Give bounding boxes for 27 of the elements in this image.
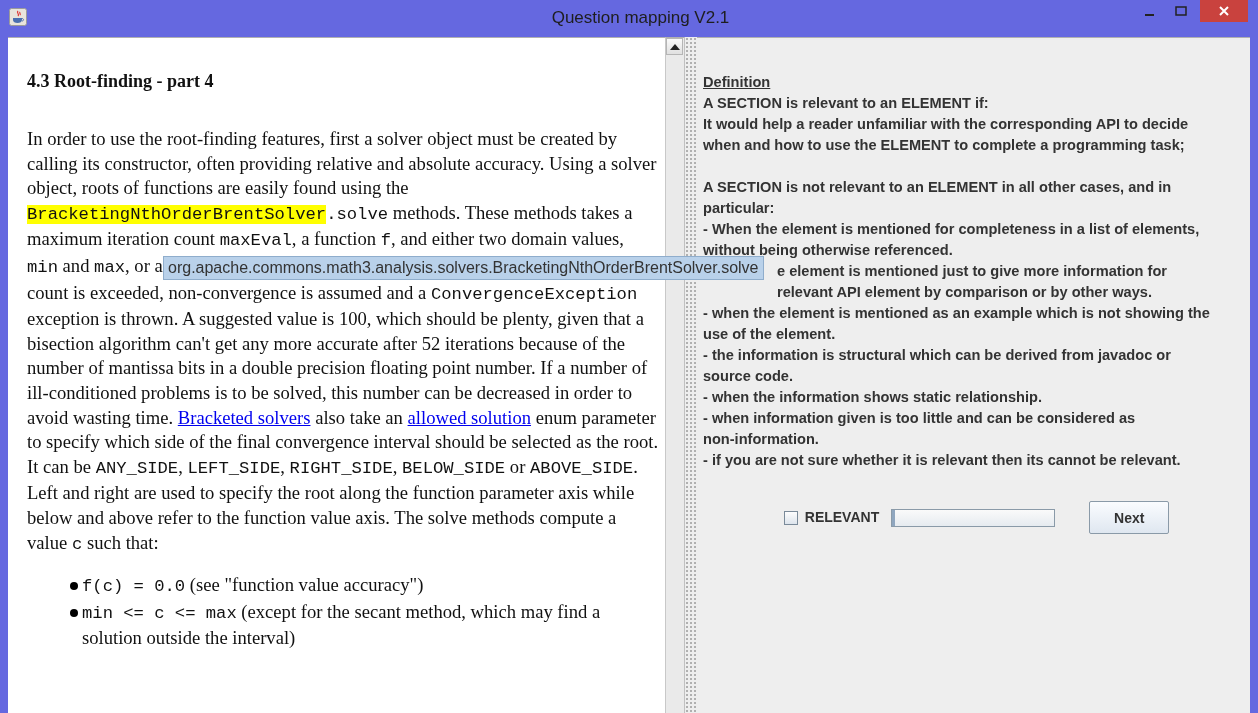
relevant-checkbox[interactable]: RELEVANT [783, 507, 880, 528]
maximize-icon [1174, 6, 1187, 16]
next-button[interactable]: Next [1089, 501, 1170, 534]
bullet-icon [70, 608, 78, 617]
close-icon [1218, 5, 1230, 17]
link[interactable]: allowed solution [407, 406, 531, 428]
rule-item: - when information given is too little and can be considered as non-information. [703, 409, 1137, 449]
tooltip: org.apache.commons.math3.analysis.solvers.BracketingNthOrderBrentSolver.solve [163, 256, 764, 280]
cup-icon [9, 8, 27, 26]
window-title: Question mapping V2.1 [550, 8, 731, 28]
scroll-up-button[interactable] [666, 38, 683, 55]
section-heading: 4.3 Root-finding - part 4 [27, 70, 215, 93]
rule-item: e element is mentioned just to give more information for relevant API element by comparison or by other ways. [777, 262, 1169, 302]
rule-item: - the information is structural which can be derived from javadoc or source code. [703, 346, 1172, 386]
rule-item: - when the information shows static relationship. [703, 388, 1043, 407]
up-arrow-icon [669, 43, 680, 50]
close-button[interactable] [1200, 0, 1248, 22]
list-item-text: f(c) = 0.0 (see "function value accuracy") [82, 573, 424, 599]
rule-item: - when the element is mentioned as an example which is not showing the use of the element. [703, 304, 1211, 344]
minimize-icon [1145, 14, 1154, 16]
link[interactable]: Bracketed solvers [177, 406, 311, 428]
rule-item: - if you are not sure whether it is relevant then its cannot be relevant. [703, 451, 1182, 470]
definition-text: A SECTION is not relevant to an ELEMENT in all other cases, and in particular: [703, 178, 1173, 218]
bullet-icon [70, 582, 78, 591]
list-item-text: min <= c <= max (except for the secant method, which may find a solution outside the interval) [82, 599, 601, 651]
definition-text: A SECTION is relevant to an ELEMENT if: It would help a reader unfamiliar with the corresponding API to decide when and how to use the ELEMENT to complete a programming task; [703, 94, 1190, 155]
definition-heading: Definition [703, 73, 772, 92]
